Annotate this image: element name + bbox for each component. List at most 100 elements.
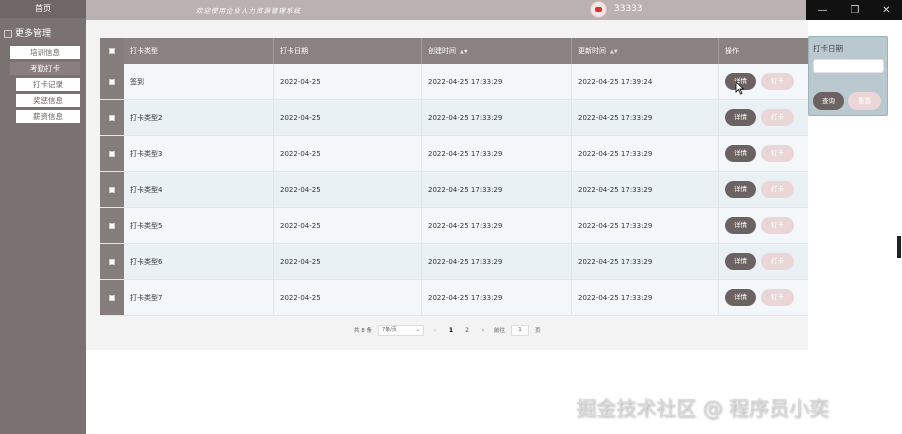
cell-created: 2022-04-25 17:33:29 <box>422 280 572 315</box>
user-avatar-icon[interactable] <box>590 1 607 18</box>
user-name[interactable]: 33333 <box>614 4 643 14</box>
punch-button[interactable]: 打卡 <box>761 73 794 90</box>
detail-button[interactable]: 详情 <box>725 253 756 270</box>
col-label: 操作 <box>725 47 739 55</box>
cell-punch-date: 2022-04-25 <box>274 172 422 207</box>
next-page-button[interactable]: › <box>478 327 488 334</box>
sidebar: 首页 更多管理 培训信息 考勤打卡 打卡记录 奖惩信息 薪资信息 <box>0 0 86 434</box>
detail-button[interactable]: 详情 <box>725 145 756 162</box>
query-button[interactable]: 查询 <box>813 92 844 110</box>
chevron-down-icon: ⌄ <box>415 326 420 333</box>
cell-actions: 详情 打卡 <box>719 64 808 99</box>
page-unit: 页 <box>535 328 541 334</box>
page-2-button[interactable]: 2 <box>462 327 472 334</box>
row-checkbox[interactable] <box>109 258 115 265</box>
col-label: 打卡类型 <box>130 47 158 55</box>
sidebar-item-training[interactable]: 培训信息 <box>10 46 80 59</box>
detail-button[interactable]: 详情 <box>725 109 756 126</box>
cell-punch-type: 签到 <box>124 64 274 99</box>
total-count: 共 8 条 <box>354 328 372 334</box>
table-row: 打卡类型5 2022-04-25 2022-04-25 17:33:29 2022-0… <box>100 208 808 244</box>
cell-punch-date: 2022-04-25 <box>274 244 422 279</box>
sidebar-item-rewards[interactable]: 奖惩信息 <box>16 94 80 107</box>
col-created[interactable]: 创建时间 ▲▼ <box>422 38 572 64</box>
pagination: 共 8 条 7条/页 ⌄ ‹ 1 2 › 前往 1 页 <box>354 324 541 336</box>
row-checkbox[interactable] <box>109 294 115 301</box>
close-icon[interactable]: ✕ <box>882 5 890 16</box>
punch-button[interactable]: 打卡 <box>761 289 794 306</box>
top-header: 欢迎使用企业人力资源管理系统 33333 <box>86 0 806 20</box>
sort-icon[interactable]: ▲▼ <box>610 49 618 55</box>
cell-punch-date: 2022-04-25 <box>274 136 422 171</box>
cell-punch-type: 打卡类型2 <box>124 100 274 135</box>
cell-actions: 详情 打卡 <box>719 172 808 207</box>
cell-created: 2022-04-25 17:33:29 <box>422 64 572 99</box>
table-row: 打卡类型6 2022-04-25 2022-04-25 17:33:29 2022-0… <box>100 244 808 280</box>
table-header: 打卡类型 打卡日期 创建时间 ▲▼ 更新时间 ▲▼ 操作 <box>100 38 808 64</box>
punch-button[interactable]: 打卡 <box>761 181 794 198</box>
row-checkbox[interactable] <box>109 222 115 229</box>
detail-button[interactable]: 详情 <box>725 289 756 306</box>
cell-updated: 2022-04-25 17:33:29 <box>572 208 719 243</box>
punch-button[interactable]: 打卡 <box>761 217 794 234</box>
table-row: 打卡类型2 2022-04-25 2022-04-25 17:33:29 2022-0… <box>100 100 808 136</box>
col-label: 打卡日期 <box>280 47 308 55</box>
scroll-handle[interactable] <box>897 236 901 258</box>
select-all-checkbox[interactable] <box>109 48 115 54</box>
cell-actions: 详情 打卡 <box>719 208 808 243</box>
search-panel: 打卡日期 查询 重置 <box>808 36 888 116</box>
punch-button[interactable]: 打卡 <box>761 109 794 126</box>
window-controls: — ❐ ✕ <box>806 0 902 20</box>
row-checkbox[interactable] <box>109 186 115 193</box>
cell-punch-date: 2022-04-25 <box>274 208 422 243</box>
select-all-cell <box>100 38 124 64</box>
cell-punch-type: 打卡类型3 <box>124 136 274 171</box>
page-size-value: 7条/页 <box>382 326 397 333</box>
main-content: 打卡类型 打卡日期 创建时间 ▲▼ 更新时间 ▲▼ 操作 签到 2022-04-25 2… <box>86 20 902 434</box>
row-checkbox[interactable] <box>109 78 115 85</box>
col-updated[interactable]: 更新时间 ▲▼ <box>572 38 719 64</box>
prev-page-button[interactable]: ‹ <box>430 327 440 334</box>
cell-actions: 详情 打卡 <box>719 136 808 171</box>
records-table: 打卡类型 打卡日期 创建时间 ▲▼ 更新时间 ▲▼ 操作 签到 2022-04-25 2… <box>100 38 808 316</box>
cell-created: 2022-04-25 17:33:29 <box>422 136 572 171</box>
cell-created: 2022-04-25 17:33:29 <box>422 172 572 207</box>
sidebar-item-salary[interactable]: 薪资信息 <box>16 110 80 123</box>
search-date-label: 打卡日期 <box>813 44 843 53</box>
table-row: 打卡类型4 2022-04-25 2022-04-25 17:33:29 2022-0… <box>100 172 808 208</box>
detail-button[interactable]: 详情 <box>725 217 756 234</box>
row-checkbox[interactable] <box>109 150 115 157</box>
goto-page-input[interactable]: 1 <box>511 324 530 336</box>
reset-button[interactable]: 重置 <box>848 92 881 110</box>
page-1-button[interactable]: 1 <box>446 327 456 334</box>
row-checkbox[interactable] <box>109 114 115 121</box>
cell-punch-date: 2022-04-25 <box>274 100 422 135</box>
table-panel: 打卡类型 打卡日期 创建时间 ▲▼ 更新时间 ▲▼ 操作 签到 2022-04-25 2… <box>86 20 808 350</box>
cell-punch-type: 打卡类型4 <box>124 172 274 207</box>
sidebar-items: 培训信息 考勤打卡 打卡记录 奖惩信息 薪资信息 <box>0 46 86 123</box>
goto-label: 前往 <box>494 328 506 334</box>
sidebar-item-attendance[interactable]: 考勤打卡 <box>10 62 80 75</box>
row-select-cell <box>100 208 124 243</box>
page-size-select[interactable]: 7条/页 ⌄ <box>378 324 424 336</box>
detail-button[interactable]: 详情 <box>725 181 756 198</box>
minimize-icon[interactable]: — <box>817 5 827 16</box>
col-punch-type: 打卡类型 <box>124 38 274 64</box>
cell-created: 2022-04-25 17:33:29 <box>422 244 572 279</box>
row-select-cell <box>100 172 124 207</box>
welcome-text: 欢迎使用企业人力资源管理系统 <box>196 7 301 15</box>
cell-updated: 2022-04-25 17:33:29 <box>572 280 719 315</box>
punch-button[interactable]: 打卡 <box>761 253 794 270</box>
sidebar-home[interactable]: 首页 <box>0 0 86 18</box>
cell-punch-date: 2022-04-25 <box>274 280 422 315</box>
cell-actions: 详情 打卡 <box>719 100 808 135</box>
cell-actions: 详情 打卡 <box>719 280 808 315</box>
sort-icon[interactable]: ▲▼ <box>460 49 468 55</box>
punch-button[interactable]: 打卡 <box>761 145 794 162</box>
sidebar-group-more[interactable]: 更多管理 <box>0 26 86 42</box>
sidebar-item-punch-records[interactable]: 打卡记录 <box>16 78 80 91</box>
maximize-icon[interactable]: ❐ <box>850 5 859 16</box>
table-row: 打卡类型7 2022-04-25 2022-04-25 17:33:29 2022-0… <box>100 280 808 316</box>
punch-date-input[interactable] <box>813 59 884 73</box>
row-select-cell <box>100 136 124 171</box>
